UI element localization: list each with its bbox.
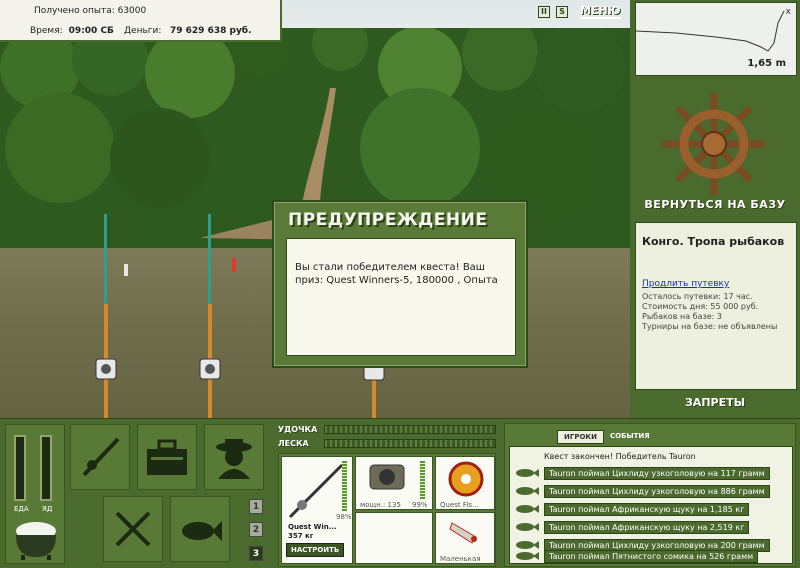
extend-voucher-link[interactable]: Продлить путевку — [642, 279, 729, 289]
fishing-rod-2[interactable] — [192, 214, 232, 418]
right-panel: x 1,65 m ВЕРНУТЬСЯ НА БАЗУ Конго. Тропа … — [630, 0, 800, 418]
list-item: Tauron поймал Пятнистого сомика на 526 г… — [514, 549, 790, 563]
dialog-title: ПРЕДУПРЕЖДЕНИЕ — [288, 210, 488, 230]
list-item: Tauron поймал Цихлиду узкоголовую на 886… — [514, 483, 790, 499]
fishers-count: Рыбаков на базе: 3 — [642, 312, 722, 321]
bottom-panel: ЕДА ЯД 1 2 3 УДОЧКА ЛЕСКА 98% Quest Win.… — [0, 418, 800, 568]
tab-players[interactable]: ИГРОКИ — [557, 430, 604, 444]
list-item: Tauron поймал Цихлиду узкоголовую на 117… — [514, 465, 790, 481]
reel-condition-bar — [420, 461, 425, 499]
dialog-message: Вы стали победителем квеста! Ваш приз: Q… — [286, 238, 516, 356]
fishing-rod-1[interactable] — [88, 214, 128, 418]
poison-label: ЯД — [42, 505, 53, 513]
pause-icon[interactable]: II — [538, 5, 550, 18]
money-value: 79 629 638 руб. — [170, 26, 252, 36]
rod-name: Quest Win... — [288, 523, 337, 531]
food-label: ЕДА — [14, 505, 29, 513]
fishing-rod-icon — [82, 437, 120, 477]
character-button[interactable] — [204, 424, 264, 490]
day-cost: Стоимость дня: 55 000 руб. — [642, 302, 759, 311]
fish-icon — [516, 523, 539, 531]
fish-icon — [516, 469, 539, 477]
reel-icon — [369, 464, 405, 490]
list-item: Tauron поймал Африканскую щуку на 1,185 … — [514, 501, 790, 517]
rod-slot[interactable]: 98% Quest Win... 357 кг НАСТРОИТЬ — [281, 456, 353, 564]
setup-button[interactable]: НАСТРОИТЬ — [286, 543, 345, 557]
fish-icon — [516, 552, 539, 560]
food-button[interactable] — [103, 496, 163, 562]
food-gauge — [14, 435, 26, 501]
rod-tab-2[interactable]: 2 — [249, 522, 263, 537]
rod-tab-3[interactable]: 3 — [249, 546, 263, 561]
voucher-remaining: Осталось путевки: 17 час. — [642, 292, 753, 301]
tackle-box-icon — [147, 439, 187, 475]
lure-icon — [449, 522, 477, 544]
money-label: Деньги: — [124, 26, 162, 36]
bans-button[interactable]: ЗАПРЕТЫ — [630, 396, 800, 409]
time-display: Время: 09:00 СБ — [30, 26, 114, 36]
depth-value: 1,65 m — [747, 58, 786, 69]
chat-log-panel: ИГРОКИ СОБЫТИЯ Квест закончен! Победител… — [504, 423, 796, 567]
reel-percent: 99% — [412, 501, 428, 509]
rod-tab-1[interactable]: 1 — [249, 499, 263, 514]
time-value: 09:00 СБ — [68, 26, 114, 36]
rod-condition-bar — [342, 461, 347, 511]
ship-wheel-icon[interactable] — [662, 92, 766, 196]
lure-name: Маленькая — [440, 555, 481, 563]
time-label: Время: — [30, 26, 63, 36]
quest-finished-message: Квест закончен! Победитель Tauron — [544, 452, 696, 461]
tab-events[interactable]: СОБЫТИЯ — [608, 430, 652, 444]
line-slot[interactable]: Quest Fis... — [435, 456, 495, 510]
line-spool-icon — [448, 461, 484, 497]
location-title: Конго. Тропа рыбаков — [642, 235, 785, 248]
location-info: Конго. Тропа рыбаков Продлить путевку Ос… — [635, 222, 797, 390]
status-gauges: ЕДА ЯД — [5, 424, 65, 564]
rod-icon — [288, 463, 344, 519]
float-bobber — [124, 264, 128, 276]
line-name: Quest Fis... — [440, 501, 479, 509]
depth-chart: x 1,65 m — [635, 2, 797, 76]
tension-bars: УДОЧКА ЛЕСКА — [278, 423, 496, 451]
lure-slot[interactable]: Маленькая — [435, 512, 495, 564]
tackle-box-button[interactable] — [137, 424, 197, 490]
log-tabs: ИГРОКИ СОБЫТИЯ — [557, 430, 652, 444]
warning-dialog[interactable]: ПРЕДУПРЕЖДЕНИЕ Вы стали победителем квес… — [272, 200, 528, 368]
experience-label: Получено опыта: 63000 — [34, 6, 147, 16]
tackle-panel: 98% Quest Win... 357 кг НАСТРОИТЬ мощн.:… — [278, 453, 496, 567]
top-toolbar: II S МЕНЮ — [538, 4, 621, 19]
sound-icon[interactable]: S — [556, 5, 568, 18]
fishing-rod-3[interactable] — [356, 360, 396, 418]
menu-button[interactable]: МЕНЮ — [580, 4, 621, 19]
rod-tension-bar — [324, 425, 496, 434]
rod-tension-label: УДОЧКА — [278, 425, 318, 434]
events-list[interactable]: Квест закончен! Победитель Tauron Tauron… — [509, 446, 793, 564]
close-icon[interactable]: x — [786, 7, 791, 17]
fish-cage-button[interactable] — [170, 496, 230, 562]
fish-icon — [182, 521, 222, 541]
reel-info: мощн.: 135 — [360, 501, 401, 509]
hud-status-panel: Получено опыта: 63000 Время: 09:00 СБ Ден… — [0, 0, 282, 42]
cauldron-icon[interactable] — [11, 515, 61, 561]
rod-weight: 357 кг — [288, 532, 314, 540]
float-bobber — [232, 258, 236, 272]
fork-knife-icon — [115, 511, 151, 547]
poison-gauge — [40, 435, 52, 501]
return-to-base-button[interactable]: ВЕРНУТЬСЯ НА БАЗУ — [630, 198, 800, 211]
line-tension-bar — [324, 439, 496, 448]
rods-button[interactable] — [70, 424, 130, 490]
fish-icon — [516, 487, 539, 495]
list-item: Tauron поймал Африканскую щуку на 2,519 … — [514, 519, 790, 535]
line-tension-label: ЛЕСКА — [278, 439, 309, 448]
rod-percent: 98% — [336, 513, 352, 521]
reel-slot[interactable]: мощн.: 135 99% — [355, 456, 433, 510]
fisherman-icon — [216, 439, 252, 479]
tournaments-info: Турниры на базе: не объявлены — [642, 322, 778, 331]
hook-slot[interactable] — [355, 512, 433, 564]
fish-icon — [516, 505, 539, 513]
